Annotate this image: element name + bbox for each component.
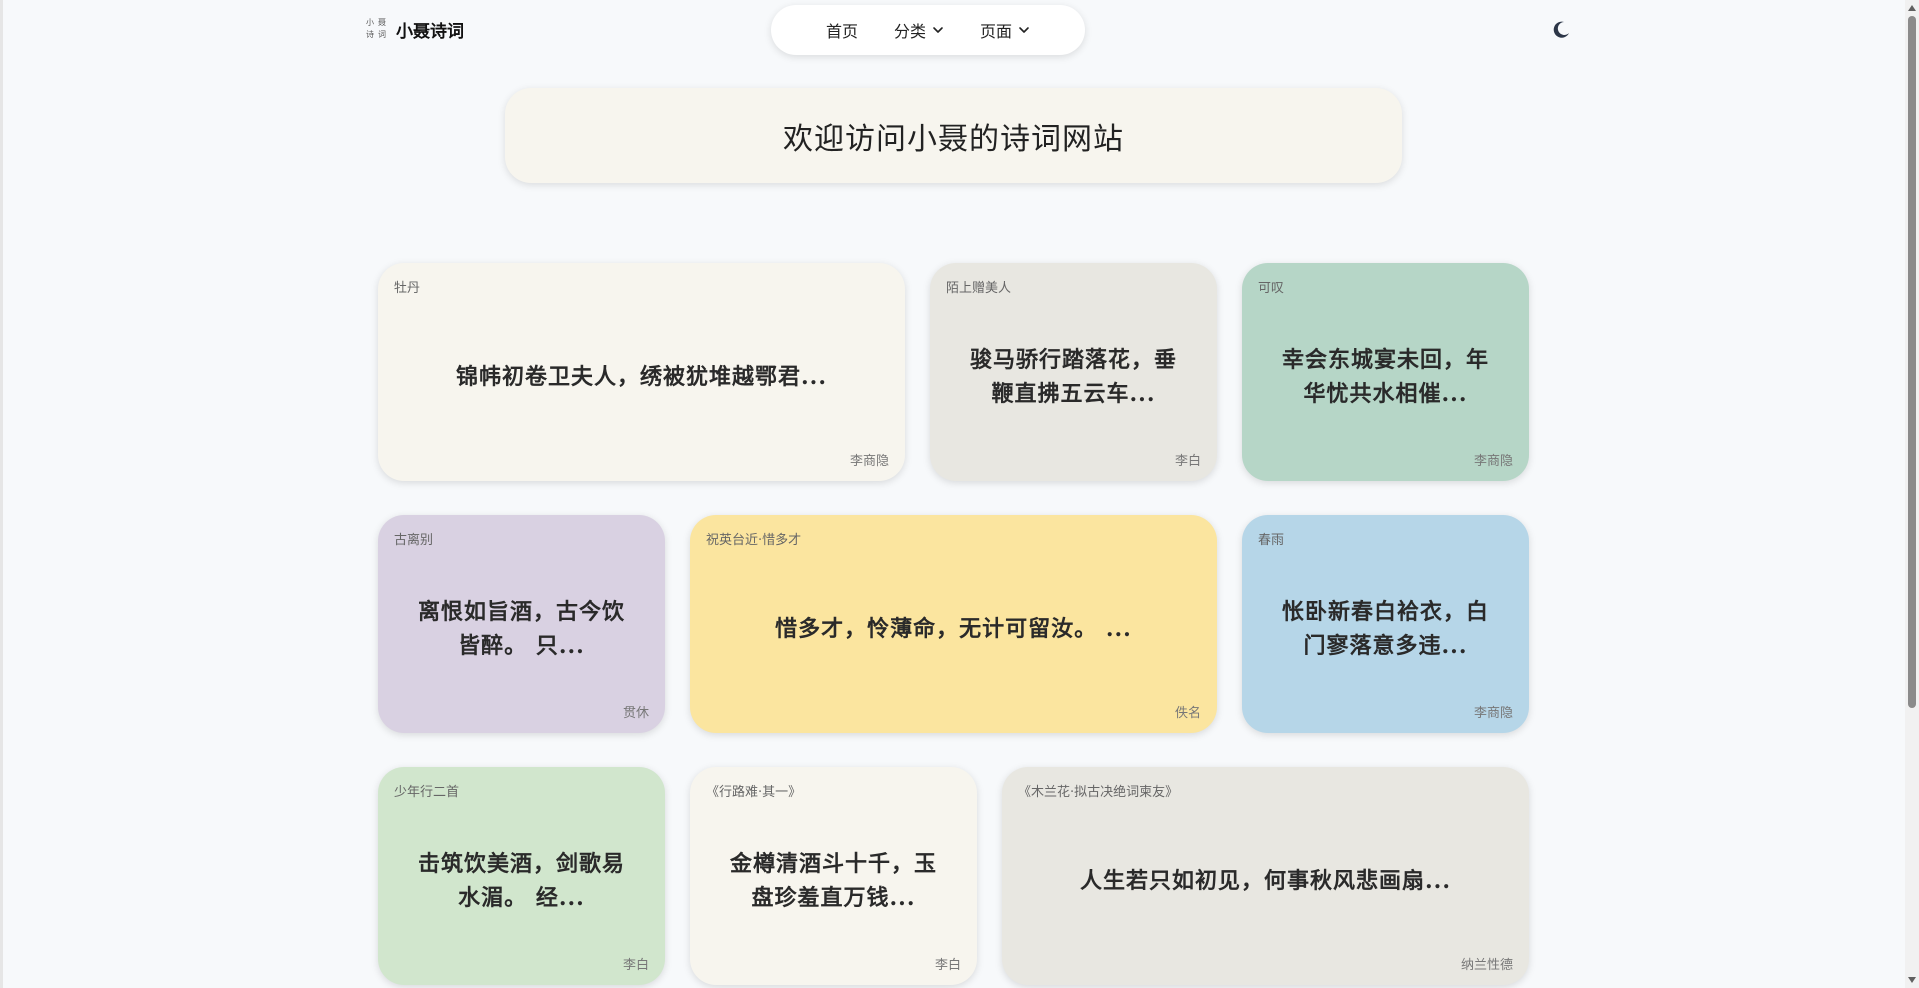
poem-card[interactable]: 祝英台近·惜多才 惜多才，怜薄命，无计可留汝。 ... 佚名: [690, 515, 1217, 733]
main-nav: 首页 分类 页面: [771, 5, 1085, 55]
poem-card[interactable]: 少年行二首 击筑饮美酒，剑歌易水湄。 经... 李白: [378, 767, 665, 985]
poem-excerpt: 击筑饮美酒，剑歌易水湄。 经...: [417, 851, 625, 911]
page: 小 聂 诗 词 小聂诗词 首页 分类 页面 欢迎访问小聂的诗词网站 牡丹 锦帏初…: [0, 0, 1919, 988]
brand-logo: 小 聂 诗 词: [364, 18, 388, 42]
poem-excerpt: 惜多才，怜薄命，无计可留汝。 ...: [775, 616, 1132, 642]
logo-char: 小: [366, 17, 374, 27]
logo-char: 诗: [366, 29, 374, 39]
poem-author: 李商隐: [1473, 706, 1513, 721]
poem-author: 李白: [934, 958, 961, 973]
poem-author: 佚名: [1174, 706, 1201, 721]
window-edge: [0, 0, 3, 988]
nav-home-label: 首页: [825, 22, 858, 41]
poem-author: 李商隐: [849, 454, 889, 469]
poem-excerpt: 金樽清酒斗十千，玉盘珍羞直万钱...: [729, 851, 937, 911]
brand-name[interactable]: 小聂诗词: [396, 17, 464, 42]
poem-title: 可叹: [1258, 281, 1285, 296]
poem-card[interactable]: 《木兰花·拟古决绝词柬友》 人生若只如初见，何事秋风悲画扇... 纳兰性德: [1002, 767, 1529, 985]
poem-card[interactable]: 可叹 幸会东城宴未回，年华忧共水相催... 李商隐: [1242, 263, 1529, 481]
poem-excerpt: 离恨如旨酒，古今饮皆醉。 只...: [417, 599, 625, 659]
poem-title: 牡丹: [394, 281, 421, 296]
poem-excerpt: 锦帏初卷卫夫人，绣被犹堆越鄂君...: [456, 364, 827, 390]
poem-title: 春雨: [1258, 533, 1285, 548]
chevron-down-icon: [1019, 27, 1029, 33]
welcome-title: 欢迎访问小聂的诗词网站: [783, 121, 1124, 157]
poem-card[interactable]: 陌上赠美人 骏马骄行踏落花，垂鞭直拂五云车... 李白: [930, 263, 1217, 481]
poem-title: 祝英台近·惜多才: [706, 533, 802, 548]
chevron-down-icon: [933, 27, 943, 33]
scroll-up-arrow-icon[interactable]: [1908, 5, 1916, 11]
logo-char: 词: [378, 29, 386, 39]
logo-char: 聂: [378, 17, 386, 27]
poem-title: 《行路难·其一》: [706, 785, 802, 800]
poem-author: 李商隐: [1473, 454, 1513, 469]
poem-title: 少年行二首: [394, 785, 460, 800]
poem-card[interactable]: 牡丹 锦帏初卷卫夫人，绣被犹堆越鄂君... 李商隐: [378, 263, 905, 481]
poem-author: 纳兰性德: [1460, 958, 1513, 973]
nav-home[interactable]: 首页: [826, 18, 858, 42]
nav-pages-dropdown[interactable]: 页面: [980, 18, 1030, 42]
welcome-banner: 欢迎访问小聂的诗词网站: [505, 88, 1402, 183]
poem-excerpt: 怅卧新春白袷衣，白门寥落意多违...: [1281, 599, 1489, 659]
nav-categories-label: 分类: [893, 22, 926, 41]
scroll-down-arrow-icon[interactable]: [1908, 977, 1916, 983]
poem-card[interactable]: 《行路难·其一》 金樽清酒斗十千，玉盘珍羞直万钱... 李白: [690, 767, 977, 985]
poem-author: 贯休: [622, 706, 649, 721]
poem-title: 《木兰花·拟古决绝词柬友》: [1018, 785, 1179, 800]
poem-author: 李白: [622, 958, 649, 973]
nav-pages-label: 页面: [980, 22, 1013, 41]
nav-categories-dropdown[interactable]: 分类: [894, 18, 944, 42]
scroll-thumb[interactable]: [1908, 16, 1916, 708]
brand[interactable]: 小 聂 诗 词 小聂诗词: [364, 17, 464, 43]
vertical-scrollbar[interactable]: [1905, 0, 1919, 988]
poem-author: 李白: [1174, 454, 1201, 469]
poem-excerpt: 幸会东城宴未回，年华忧共水相催...: [1281, 347, 1489, 407]
poem-card[interactable]: 春雨 怅卧新春白袷衣，白门寥落意多违... 李商隐: [1242, 515, 1529, 733]
poem-title: 古离别: [394, 533, 434, 548]
poem-card[interactable]: 古离别 离恨如旨酒，古今饮皆醉。 只... 贯休: [378, 515, 665, 733]
poem-title: 陌上赠美人: [946, 281, 1012, 296]
poem-excerpt: 人生若只如初见，何事秋风悲画扇...: [1080, 868, 1451, 894]
poem-excerpt: 骏马骄行踏落花，垂鞭直拂五云车...: [969, 347, 1177, 407]
moon-icon[interactable]: [1550, 19, 1572, 41]
